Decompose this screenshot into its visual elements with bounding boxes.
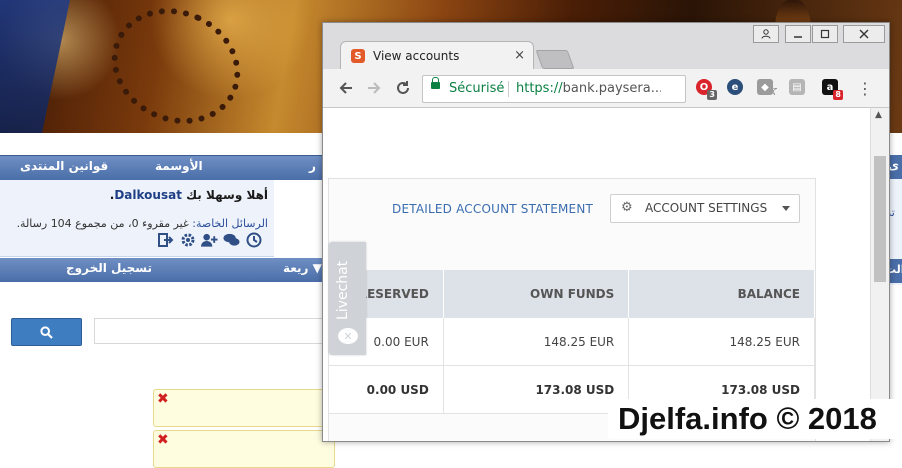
tab-view-accounts[interactable]: S View accounts ×: [340, 41, 534, 70]
forum-search-input[interactable]: [94, 318, 336, 344]
extension-card-icon[interactable]: ▤: [789, 79, 805, 95]
table-header-row: RESERVED OWN FUNDS BALANCE: [329, 270, 815, 318]
welcome-prefix: أهلا وسهلا بك: [186, 188, 268, 202]
cell-balance: 148.25 EUR: [628, 318, 815, 366]
accounts-table: RESERVED OWN FUNDS BALANCE 0.00 EUR 148.…: [329, 270, 815, 414]
clock-icon[interactable]: [245, 231, 262, 248]
close-icon[interactable]: [843, 25, 885, 43]
nav-badges[interactable]: الأوسمة: [155, 159, 203, 173]
chat-bubble-icon: ✕: [338, 328, 358, 344]
close-icon[interactable]: ✖: [157, 432, 169, 448]
add-user-icon[interactable]: [201, 231, 218, 248]
menu-icon[interactable]: ⋮: [854, 77, 876, 99]
vertical-scrollbar[interactable]: ▲: [870, 108, 889, 441]
reload-icon[interactable]: [392, 77, 414, 99]
user-icon[interactable]: [753, 25, 779, 43]
extension-badge: 3: [707, 90, 717, 100]
logout-icon[interactable]: [157, 231, 174, 248]
notice-box: ✖: [153, 430, 335, 468]
maximize-icon[interactable]: [812, 25, 838, 43]
quick-links-menu[interactable]: ▼ ريعة: [283, 261, 322, 275]
account-settings-label: ACCOUNT SETTINGS: [645, 201, 768, 215]
cell-own-funds: 148.25 EUR: [443, 318, 630, 366]
extension-e-icon[interactable]: e: [727, 79, 743, 95]
opera-extension-icon[interactable]: O3: [696, 79, 717, 100]
watermark-text: Djelfa.info © 2018: [618, 401, 877, 436]
livechat-tab[interactable]: Livechat ✕: [329, 242, 366, 355]
prayer-beads-image: [92, 0, 260, 145]
search-icon: [40, 325, 53, 339]
browser-window: S View accounts × Sécurisé https://bank.…: [322, 22, 890, 442]
detailed-statement-link[interactable]: DETAILED ACCOUNT STATEMENT: [392, 202, 593, 216]
back-icon[interactable]: [335, 77, 357, 99]
nav-forum-rules[interactable]: قوانين المنتدى: [20, 159, 108, 173]
username-link[interactable]: Dalkousat: [114, 188, 182, 202]
chevron-down-icon: [782, 206, 790, 211]
url-text: https://bank.paysera...: [516, 81, 661, 96]
browser-toolbar: Sécurisé https://bank.paysera... ☆ O3 e …: [323, 69, 889, 108]
secure-label: Sécurisé: [449, 81, 505, 96]
private-messages-status: الرسائل الخاصة: غير مقروء 0، من مجموع 10…: [17, 217, 268, 230]
minimize-icon[interactable]: [785, 25, 811, 43]
banner-decoration: [0, 0, 70, 133]
amazon-letter: a: [826, 81, 834, 93]
forum-search-button[interactable]: [11, 318, 82, 346]
url-host: bank.paysera...: [562, 81, 661, 96]
page-content: DETAILED ACCOUNT STATEMENT ⚙ ACCOUNT SET…: [323, 108, 870, 441]
new-tab-button[interactable]: [535, 50, 575, 69]
chevron-down-icon: ▼: [312, 261, 322, 275]
extension-cube-icon[interactable]: ◆: [757, 79, 773, 95]
header-balance: BALANCE: [628, 270, 815, 318]
cell-reserved: 0.00 USD: [329, 365, 444, 414]
cell-own-funds: 173.08 USD: [443, 365, 630, 414]
scrollbar-thumb[interactable]: [874, 156, 886, 282]
url-protocol: https://: [516, 81, 563, 96]
quick-links-label: ريعة: [283, 261, 309, 275]
close-icon[interactable]: ✖: [157, 391, 169, 407]
notice-box: ✖: [153, 389, 335, 427]
tab-close-icon[interactable]: ×: [514, 48, 525, 63]
browser-titlebar: S View accounts ×: [323, 23, 889, 70]
logout-link[interactable]: تسجيل الخروج: [66, 261, 152, 275]
watermark: Djelfa.info © 2018: [608, 399, 898, 439]
chat-icon[interactable]: [223, 231, 240, 248]
header-own-funds: OWN FUNDS: [443, 270, 630, 318]
address-bar[interactable]: Sécurisé https://bank.paysera... ☆: [422, 75, 778, 103]
account-settings-button[interactable]: ⚙ ACCOUNT SETTINGS: [610, 194, 800, 223]
table-row: 0.00 EUR 148.25 EUR 148.25 EUR: [329, 318, 815, 366]
extension-badge: 8: [833, 90, 843, 100]
pm-count-text: غير مقروء 0، من مجموع 104 رسالة.: [16, 217, 189, 230]
livechat-label: Livechat: [335, 260, 351, 320]
lock-icon: [431, 77, 440, 89]
paysera-favicon-icon: S: [351, 49, 365, 63]
nav-partial-item[interactable]: ر: [309, 159, 316, 173]
scroll-up-icon[interactable]: ▲: [875, 110, 882, 120]
gear-icon: ⚙: [621, 200, 633, 215]
forward-icon[interactable]: [363, 77, 385, 99]
amazon-extension-icon[interactable]: a8: [822, 79, 843, 100]
welcome-text: أهلا وسهلا بك Dalkousat.: [110, 188, 268, 202]
gear-icon[interactable]: [179, 231, 196, 248]
user-action-icons: [157, 231, 271, 249]
pm-link[interactable]: الرسائل الخاصة:: [192, 217, 268, 230]
tab-title: View accounts: [373, 49, 460, 63]
omnibox-divider: [508, 81, 509, 97]
